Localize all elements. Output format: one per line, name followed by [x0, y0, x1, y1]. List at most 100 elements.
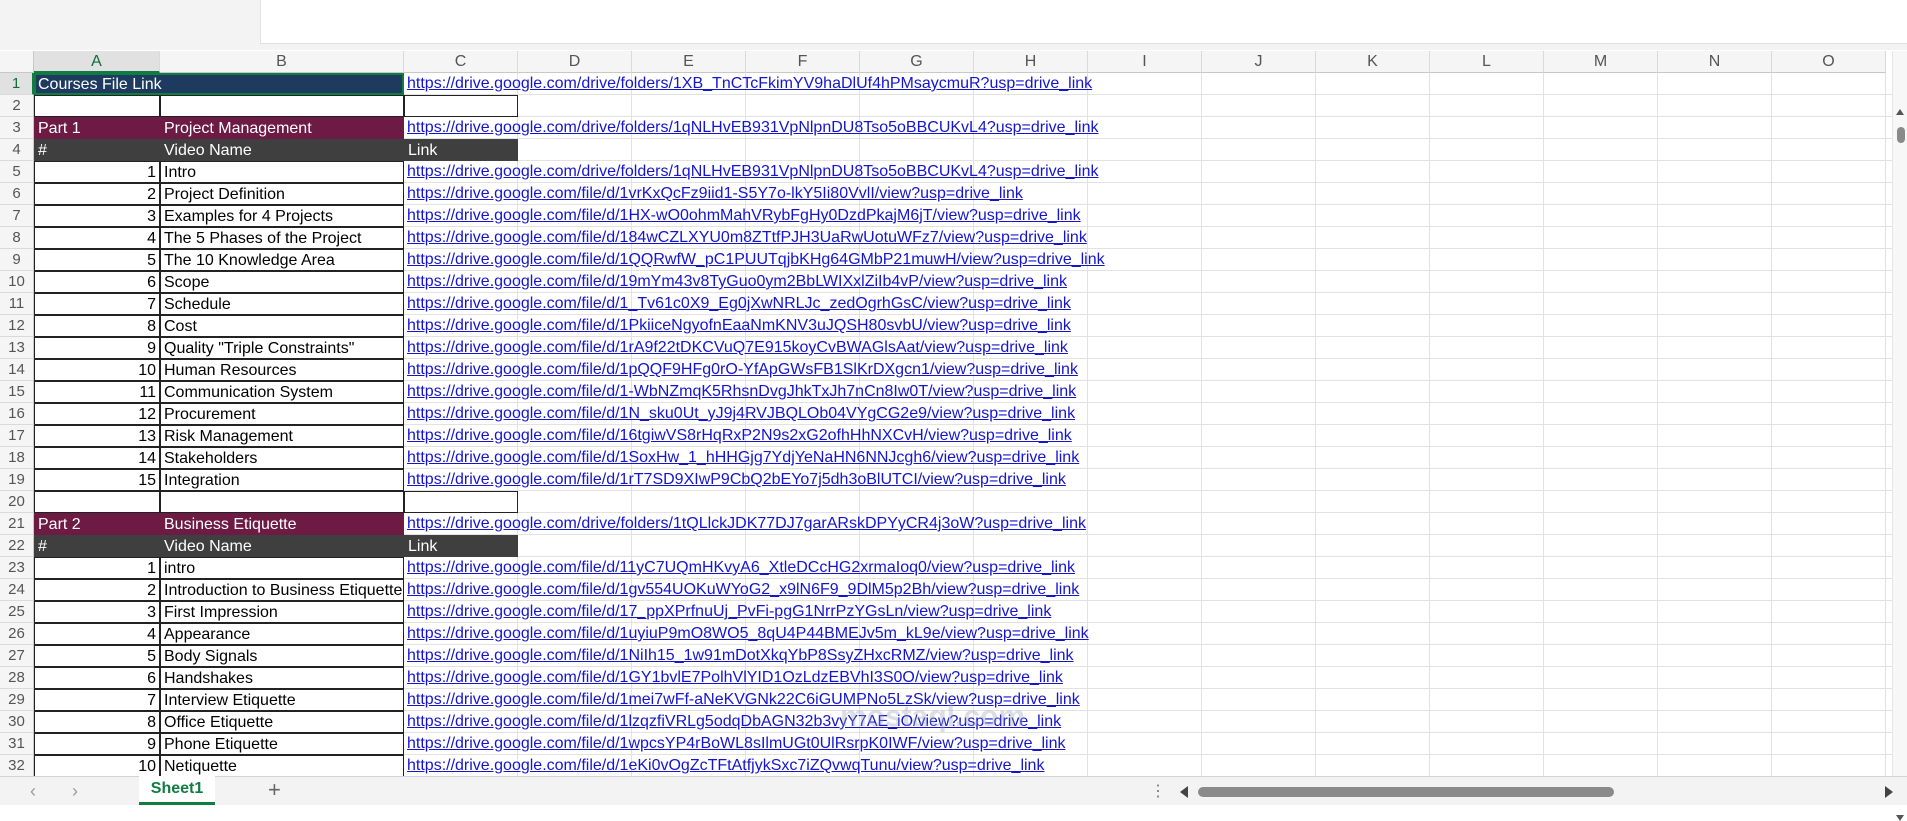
video-number[interactable]: 11	[34, 381, 160, 403]
row-header-28[interactable]: 28	[0, 667, 34, 689]
row-header-5[interactable]: 5	[0, 161, 34, 183]
drive-link[interactable]: https://drive.google.com/file/d/1pQQF9HF…	[404, 359, 1078, 381]
drive-link[interactable]: https://drive.google.com/file/d/1rA9f22t…	[404, 337, 1068, 359]
row-header-23[interactable]: 23	[0, 557, 34, 579]
vertical-scroll-thumb[interactable]	[1897, 127, 1905, 143]
column-header-h[interactable]: H	[974, 51, 1088, 73]
video-number[interactable]: 7	[34, 689, 160, 711]
drive-link[interactable]: https://drive.google.com/file/d/1PkiiceN…	[404, 315, 1071, 337]
column-header-m[interactable]: M	[1544, 51, 1658, 73]
video-number[interactable]: 9	[34, 337, 160, 359]
add-sheet-icon[interactable]: +	[268, 779, 281, 801]
column-label-link[interactable]: Link	[404, 139, 518, 161]
drive-link[interactable]: https://drive.google.com/file/d/1QQRwfW_…	[404, 249, 1105, 271]
video-name[interactable]: Cost	[160, 315, 404, 337]
row-header-25[interactable]: 25	[0, 601, 34, 623]
row-header-10[interactable]: 10	[0, 271, 34, 293]
video-number[interactable]: 9	[34, 733, 160, 755]
empty-cell[interactable]	[160, 95, 404, 117]
row-header-16[interactable]: 16	[0, 403, 34, 425]
video-number[interactable]: 6	[34, 667, 160, 689]
row-header-1[interactable]: 1	[0, 73, 34, 95]
drive-link[interactable]: https://drive.google.com/file/d/1NiIh15_…	[404, 645, 1074, 667]
row-header-12[interactable]: 12	[0, 315, 34, 337]
column-header-n[interactable]: N	[1658, 51, 1772, 73]
column-header-g[interactable]: G	[860, 51, 974, 73]
video-number[interactable]: 10	[34, 359, 160, 381]
video-number[interactable]: 10	[34, 755, 160, 776]
column-header-i[interactable]: I	[1088, 51, 1202, 73]
scroll-up-icon[interactable]	[1896, 109, 1904, 115]
column-label-video-name[interactable]: Video Name	[160, 139, 404, 161]
column-header-f[interactable]: F	[746, 51, 860, 73]
drive-link[interactable]: https://drive.google.com/drive/folders/1…	[404, 73, 1092, 95]
row-header-4[interactable]: 4	[0, 139, 34, 161]
courses-file-link-cell[interactable]: Courses File Link	[34, 73, 404, 95]
column-header-k[interactable]: K	[1316, 51, 1430, 73]
part-title[interactable]: Business Etiquette	[160, 513, 404, 535]
column-header-a[interactable]: A	[34, 51, 160, 73]
row-header-31[interactable]: 31	[0, 733, 34, 755]
video-name[interactable]: Netiquette	[160, 755, 404, 776]
video-name[interactable]: Examples for 4 Projects	[160, 205, 404, 227]
row-header-11[interactable]: 11	[0, 293, 34, 315]
drive-link[interactable]: https://drive.google.com/file/d/1HX-wO0o…	[404, 205, 1081, 227]
video-name[interactable]: Stakeholders	[160, 447, 404, 469]
column-header-o[interactable]: O	[1772, 51, 1886, 73]
row-header-29[interactable]: 29	[0, 689, 34, 711]
video-name[interactable]: Interview Etiquette	[160, 689, 404, 711]
row-header-9[interactable]: 9	[0, 249, 34, 271]
drive-link[interactable]: https://drive.google.com/file/d/1eKi0vOg…	[404, 755, 1044, 776]
row-header-3[interactable]: 3	[0, 117, 34, 139]
row-header-7[interactable]: 7	[0, 205, 34, 227]
empty-cell[interactable]	[404, 95, 518, 117]
video-number[interactable]: 3	[34, 601, 160, 623]
video-name[interactable]: Introduction to Business Etiquette	[160, 579, 404, 601]
formula-bar[interactable]	[260, 0, 1907, 44]
scroll-right-icon[interactable]	[1885, 786, 1893, 798]
video-name[interactable]: Integration	[160, 469, 404, 491]
row-header-14[interactable]: 14	[0, 359, 34, 381]
video-number[interactable]: 1	[34, 161, 160, 183]
column-header-b[interactable]: B	[160, 51, 404, 73]
video-number[interactable]: 5	[34, 645, 160, 667]
empty-cell[interactable]	[160, 491, 404, 513]
drive-link[interactable]: https://drive.google.com/file/d/16tgiwVS…	[404, 425, 1072, 447]
video-name[interactable]: Scope	[160, 271, 404, 293]
row-header-30[interactable]: 30	[0, 711, 34, 733]
part-title[interactable]: Project Management	[160, 117, 404, 139]
drive-link[interactable]: https://drive.google.com/file/d/17_ppXPr…	[404, 601, 1051, 623]
empty-cell[interactable]	[34, 491, 160, 513]
video-number[interactable]: 3	[34, 205, 160, 227]
drive-link[interactable]: https://drive.google.com/file/d/1SoxHw_1…	[404, 447, 1079, 469]
row-header-32[interactable]: 32	[0, 755, 34, 776]
drive-link[interactable]: https://drive.google.com/file/d/1wpcsYP4…	[404, 733, 1065, 755]
horizontal-scroll-thumb[interactable]	[1198, 787, 1614, 797]
video-name[interactable]: First Impression	[160, 601, 404, 623]
part-label[interactable]: Part 1	[34, 117, 160, 139]
drive-link[interactable]: https://drive.google.com/drive/folders/1…	[404, 513, 1086, 535]
video-name[interactable]: intro	[160, 557, 404, 579]
row-header-15[interactable]: 15	[0, 381, 34, 403]
drive-link[interactable]: https://drive.google.com/drive/folders/1…	[404, 117, 1098, 139]
video-number[interactable]: 8	[34, 315, 160, 337]
video-name[interactable]: The 10 Knowledge Area	[160, 249, 404, 271]
next-sheet-icon[interactable]: ›	[72, 781, 78, 801]
drive-link[interactable]: https://drive.google.com/file/d/1N_sku0U…	[404, 403, 1075, 425]
drive-link[interactable]: https://drive.google.com/file/d/1gv554UO…	[404, 579, 1079, 601]
video-name[interactable]: Schedule	[160, 293, 404, 315]
column-label-link[interactable]: Link	[404, 535, 518, 557]
column-header-d[interactable]: D	[518, 51, 632, 73]
video-number[interactable]: 14	[34, 447, 160, 469]
drive-link[interactable]: https://drive.google.com/file/d/1rT7SD9X…	[404, 469, 1066, 491]
video-name[interactable]: Handshakes	[160, 667, 404, 689]
prev-sheet-icon[interactable]: ‹	[30, 781, 36, 801]
row-header-19[interactable]: 19	[0, 469, 34, 491]
video-number[interactable]: 2	[34, 183, 160, 205]
drive-link[interactable]: https://drive.google.com/file/d/184wCZLX…	[404, 227, 1087, 249]
select-all-corner[interactable]	[0, 51, 34, 73]
video-name[interactable]: Communication System	[160, 381, 404, 403]
drive-link[interactable]: https://drive.google.com/drive/folders/1…	[404, 161, 1098, 183]
video-name[interactable]: Procurement	[160, 403, 404, 425]
drive-link[interactable]: https://drive.google.com/file/d/1vrKxQcF…	[404, 183, 1023, 205]
